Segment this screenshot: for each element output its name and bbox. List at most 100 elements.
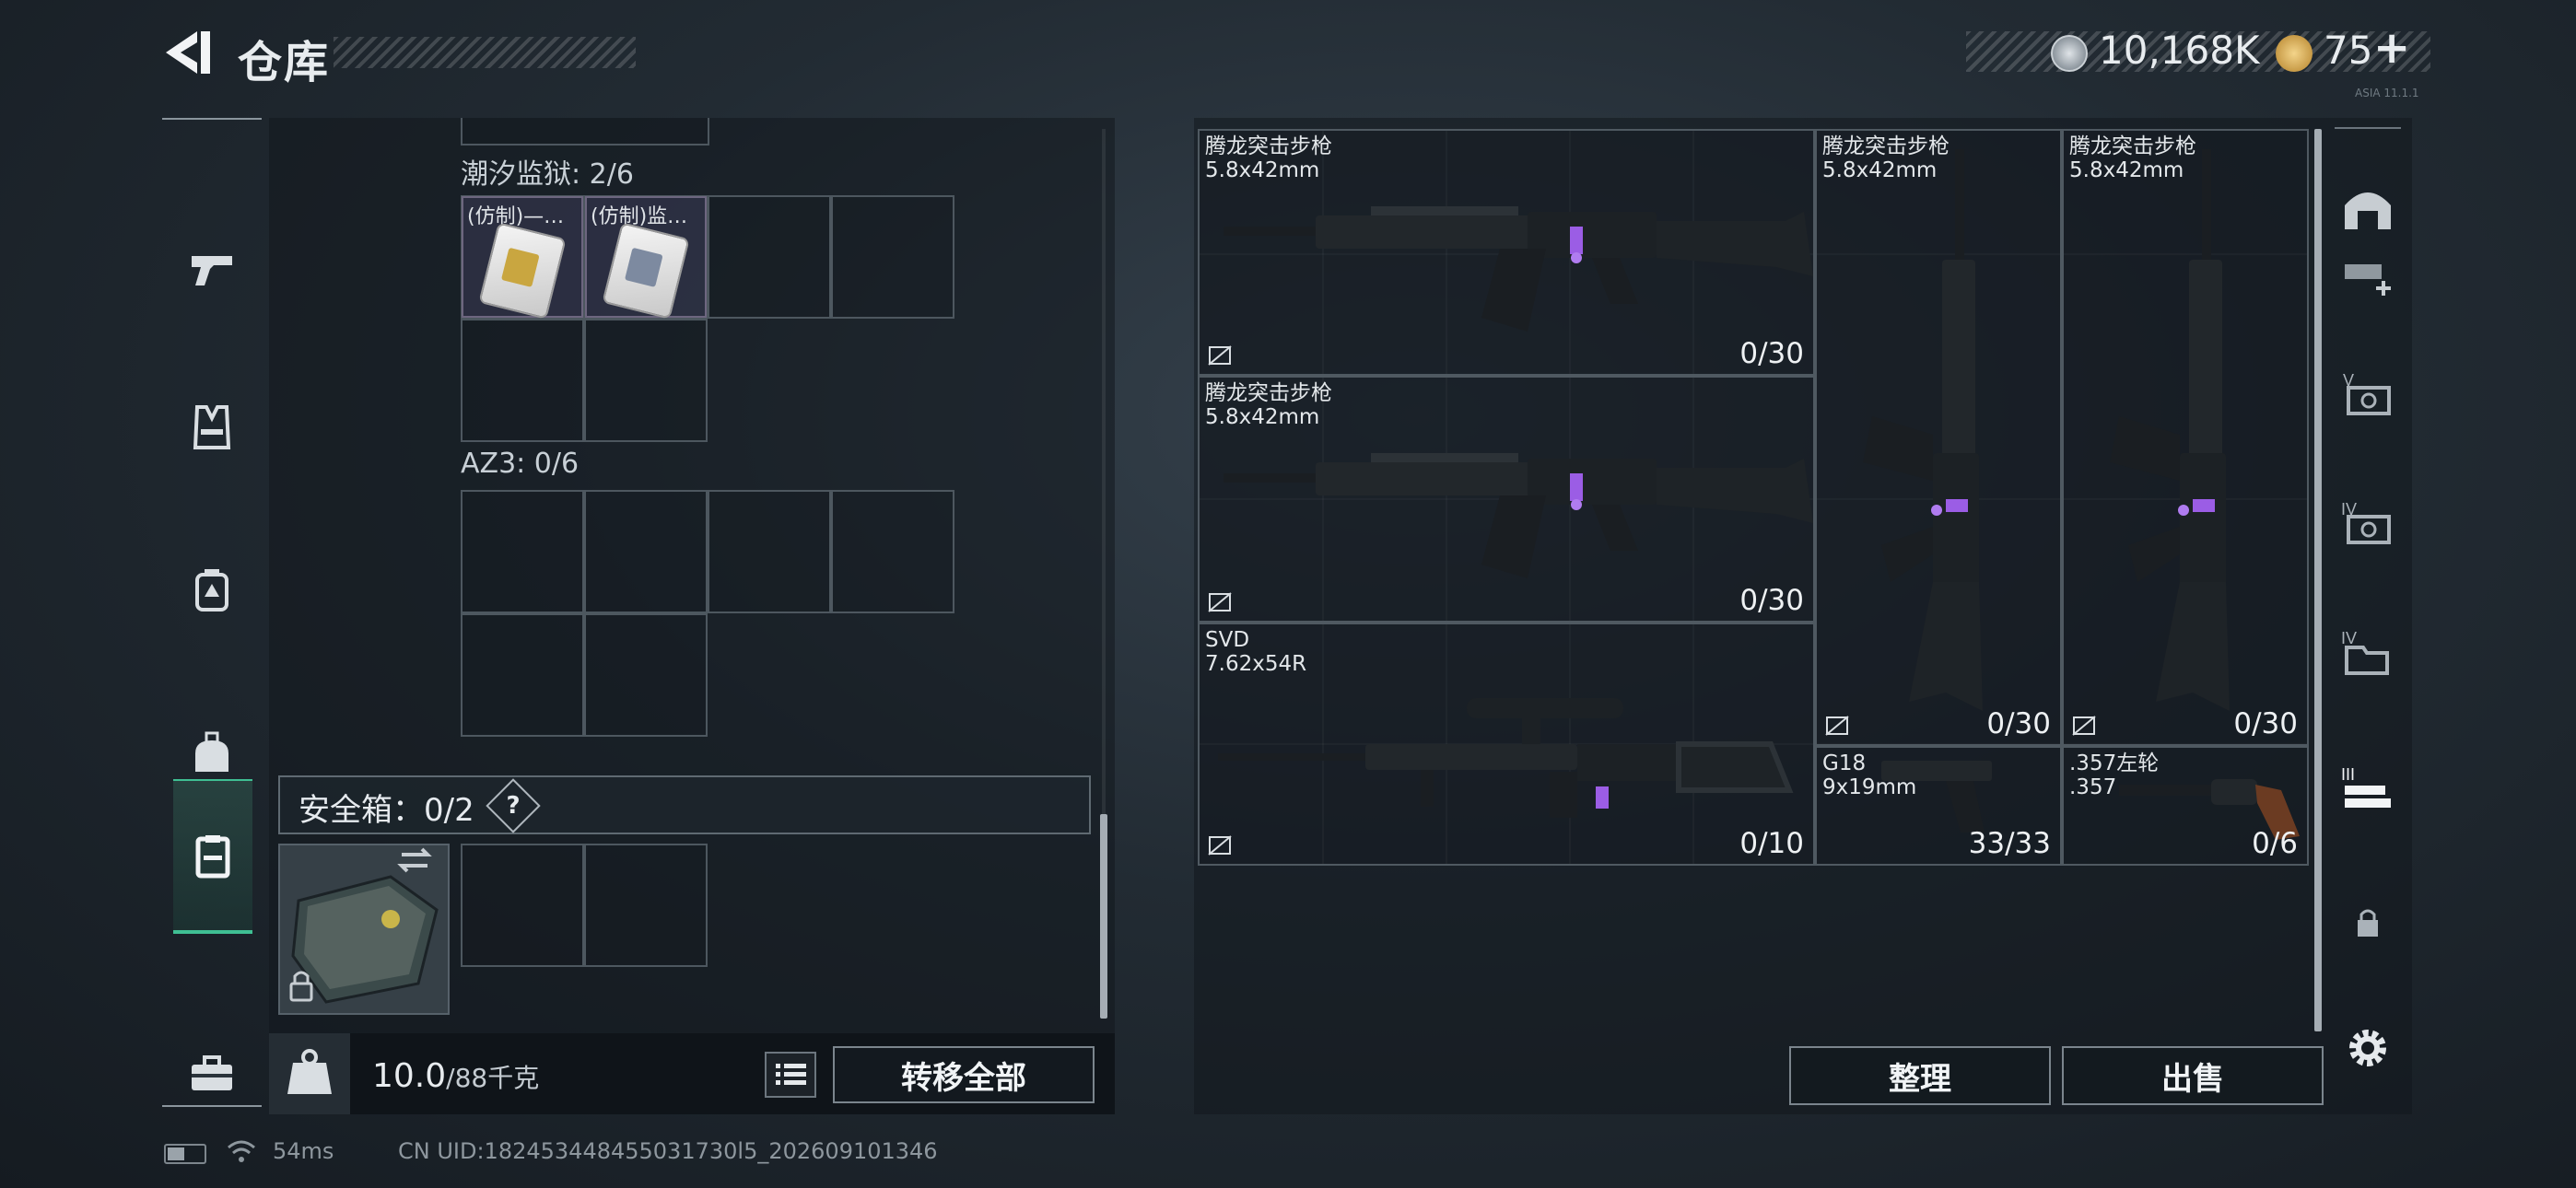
storage-tab-rail: V IV IV III [2335, 127, 2401, 1066]
rail-pistol[interactable] [162, 212, 262, 322]
no-mod-icon [1208, 835, 1232, 856]
grid-cell[interactable] [461, 319, 584, 442]
grid-cell[interactable] [584, 613, 708, 737]
storage-tab-4b[interactable]: IV [2335, 608, 2401, 700]
storage-tab-5[interactable]: V [2335, 350, 2401, 442]
ammo-count: 0/30 [2233, 707, 2298, 740]
no-mod-icon [1208, 345, 1232, 366]
hangar-icon [2345, 192, 2391, 229]
safe-box-slot[interactable] [461, 844, 584, 967]
category-rail [162, 118, 262, 1107]
weight-icon [287, 1049, 332, 1094]
safe-box-container[interactable] [278, 844, 450, 1015]
assault-rifle-vertical-icon [2110, 149, 2230, 711]
back-button[interactable] [158, 26, 216, 79]
storage-level-5-icon: V [2343, 371, 2391, 415]
rail-safe-box[interactable] [173, 779, 252, 934]
kg-icon-box [269, 1033, 350, 1114]
toolbox-icon [192, 1055, 232, 1090]
storage-tab-4[interactable]: IV [2335, 479, 2401, 571]
weapon-name: G18 [1822, 751, 1867, 775]
weight-current: 10.0 [372, 1057, 447, 1095]
storage-tab-add[interactable] [2335, 228, 2401, 320]
grid-cell[interactable] [708, 195, 831, 319]
no-mod-icon [2072, 716, 2096, 736]
key-card-item[interactable]: (仿制)监… [585, 196, 707, 320]
sniper-rifle-icon [1218, 698, 1794, 818]
weapon-tile[interactable]: 腾龙突击步枪 5.8x42mm 0/30 [1198, 129, 1815, 376]
assault-rifle-icon [1224, 206, 1813, 332]
section-label-az3: AZ3: 0/6 [461, 448, 580, 480]
keycard-icon [602, 222, 690, 320]
grid-remnant [461, 118, 709, 146]
list-view-button[interactable] [765, 1052, 816, 1098]
back-arrow-icon [166, 31, 210, 74]
sort-button[interactable]: 整理 [1789, 1046, 2051, 1105]
weapon-name: SVD [1205, 628, 1250, 652]
storage-tab-3[interactable]: III [2335, 744, 2401, 836]
rail-vest[interactable] [162, 372, 262, 483]
grid-cell[interactable] [708, 490, 831, 613]
storage-scrollbar[interactable] [2314, 129, 2322, 1031]
rail-backpack[interactable] [162, 534, 262, 645]
safe-box-label: 安全箱：0/2 [299, 792, 474, 829]
no-mod-icon [1208, 592, 1232, 612]
coin-icon [2051, 35, 2088, 72]
keycard-icon [478, 222, 567, 320]
ammo-count: 0/30 [1739, 584, 1804, 617]
uid-readout: CN UID:182453448455031730l5_202609101346 [398, 1138, 938, 1164]
premium-currency-icon [2276, 35, 2313, 72]
section-label-prison: 潮汐监狱: 2/6 [461, 158, 634, 191]
weapon-name: 腾龙突击步枪 [1205, 134, 1332, 158]
version-tag: ASIA 11.1.1 [2355, 87, 2419, 99]
ammo-count: 0/30 [1739, 337, 1804, 370]
grid-cell[interactable] [461, 490, 584, 613]
gear-icon [2349, 1030, 2386, 1066]
vest-icon [193, 405, 231, 449]
grid-cell[interactable] [461, 613, 584, 737]
weapon-tile[interactable]: 腾龙突击步枪 5.8x42mm 0/30 [1815, 129, 2062, 746]
secure-case-icon [289, 847, 439, 1004]
assault-rifle-vertical-icon [1863, 149, 1983, 711]
backpack-icon [195, 569, 228, 611]
inventory-scrollbar[interactable] [1100, 814, 1107, 1019]
clipboard-icon [195, 835, 230, 879]
ammo-count: 0/30 [1986, 707, 2051, 740]
ammo-count: 0/10 [1739, 827, 1804, 860]
weapon-tile[interactable]: 腾龙突击步枪 5.8x42mm 0/30 [2062, 129, 2309, 746]
settings-button[interactable] [2335, 1002, 2401, 1094]
grid-cell[interactable] [831, 195, 954, 319]
safe-box-slot[interactable] [584, 844, 708, 967]
grid-cell[interactable] [584, 319, 708, 442]
storage-level-4-icon: IV [2341, 500, 2391, 544]
rail-toolbox[interactable] [162, 1019, 262, 1129]
sell-button[interactable]: 出售 [2062, 1046, 2324, 1105]
bag-icon [195, 731, 228, 772]
wifi-icon [228, 1140, 255, 1162]
list-icon [776, 1064, 806, 1085]
weapon-tile[interactable]: 腾龙突击步枪 5.8x42mm 0/30 [1198, 376, 1815, 623]
battery-icon [164, 1144, 206, 1164]
weight-readout: 10.0/88千克 [372, 1057, 539, 1095]
weapon-tile[interactable]: G18 9x19mm 33/33 [1815, 746, 2062, 866]
add-currency-button[interactable]: + [2373, 22, 2410, 74]
svg-text:III: III [2341, 765, 2355, 784]
no-mod-icon [1825, 716, 1849, 736]
coin-value: 10,168K [2099, 28, 2260, 73]
weight-max: /88千克 [446, 1063, 540, 1093]
key-card-label: (仿制)—… [467, 205, 565, 228]
grid-cell[interactable] [831, 490, 954, 613]
pistol-icon [1881, 761, 1992, 833]
transfer-all-button[interactable]: 转移全部 [833, 1046, 1095, 1103]
ping-readout: 54ms [273, 1138, 334, 1164]
page-title: 仓库 [238, 37, 331, 88]
weapon-tile[interactable]: .357左轮 .357 0/6 [2062, 746, 2309, 866]
svg-text:IV: IV [2341, 629, 2357, 647]
weapon-tile[interactable]: SVD 7.62x54R 0/10 [1198, 623, 1815, 866]
storage-tab-locked[interactable] [2335, 877, 2401, 969]
ammo-count: 0/6 [2252, 827, 2298, 860]
grid-cell[interactable] [584, 490, 708, 613]
key-card-item[interactable]: (仿制)—… [462, 196, 583, 320]
assault-rifle-icon [1224, 453, 1813, 578]
weapon-rack-icon: III [2341, 765, 2391, 808]
